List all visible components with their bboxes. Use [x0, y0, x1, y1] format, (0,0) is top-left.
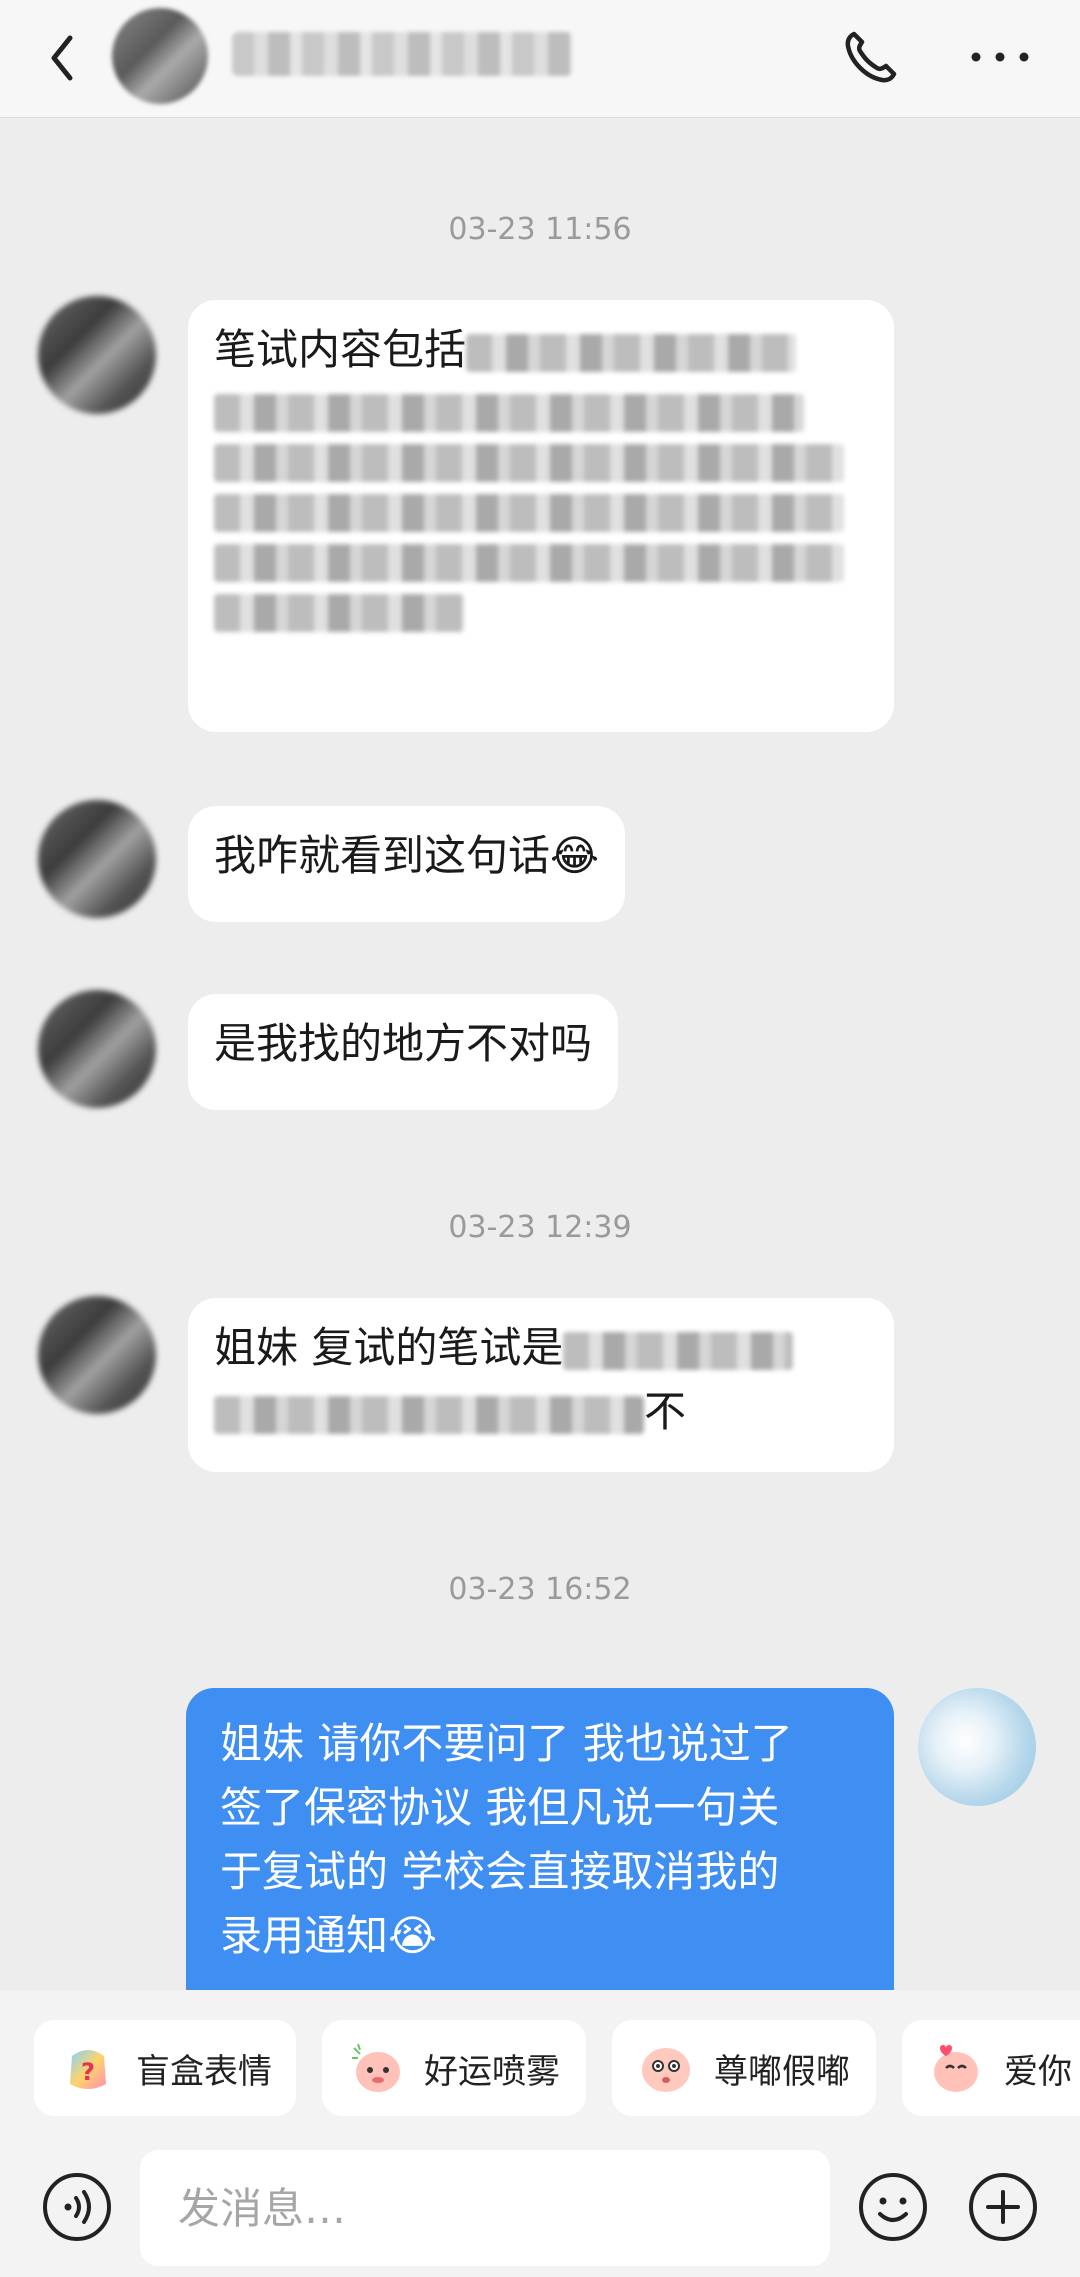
sticker-suggestion-bar: ? 盲盒表情 好运喷雾 尊嘟假嘟 爱你 [0, 1990, 1080, 2140]
lucky-spray-sticker-icon [352, 2043, 400, 2092]
message-bubble[interactable]: 是我找的地方不对吗 [188, 994, 619, 1110]
sender-avatar[interactable] [38, 296, 156, 414]
sender-avatar[interactable] [38, 800, 156, 918]
sticker-label: 爱你 [1004, 2051, 1072, 2092]
blind-box-sticker-icon: ? [70, 2050, 106, 2089]
message-text: 姐妹 复试的笔试是 [214, 1323, 564, 1372]
sticker-chip[interactable]: ? 盲盒表情 [34, 2020, 296, 2116]
back-button[interactable] [40, 20, 100, 98]
contact-name [232, 32, 572, 76]
sticker-chip[interactable]: 尊嘟假嘟 [612, 2020, 876, 2116]
sticker-label: 尊嘟假嘟 [714, 2051, 850, 2092]
sticker-label: 盲盒表情 [136, 2051, 272, 2092]
sender-avatar[interactable] [38, 990, 156, 1108]
redacted-text [214, 594, 464, 632]
plus-button[interactable] [966, 2170, 1040, 2244]
chat-header [0, 0, 1080, 118]
message-input-bar [0, 2140, 1080, 2277]
more-button[interactable] [960, 22, 1040, 92]
call-button[interactable] [836, 22, 906, 92]
sticker-chip[interactable]: 好运喷雾 [322, 2020, 586, 2116]
message-text: 我咋就看到这句话😂 [214, 831, 600, 880]
redacted-text [214, 1395, 644, 1434]
love-you-sticker-icon [934, 2045, 978, 2092]
redacted-text [563, 1331, 794, 1370]
voice-icon [43, 2173, 111, 2241]
message-input[interactable] [140, 2150, 830, 2266]
plus-icon [969, 2173, 1037, 2241]
sticker-label: 好运喷雾 [424, 2051, 560, 2092]
message-text: 不 [644, 1387, 687, 1436]
redacted-text [214, 544, 844, 582]
my-avatar[interactable] [918, 1688, 1036, 1806]
timestamp: 03-23 16:52 [448, 1572, 632, 1607]
message-bubble-outgoing[interactable]: 姐妹 请你不要问了 我也说过了 签了保密协议 我但凡说一句关 于复试的 学校会直… [186, 1688, 894, 1990]
voice-button[interactable] [40, 2170, 114, 2244]
redacted-text [214, 444, 844, 482]
phone-icon [845, 31, 897, 83]
redacted-text [214, 394, 804, 432]
message-line: 于复试的 学校会直接取消我的 [220, 1847, 780, 1896]
message-line: 姐妹 请你不要问了 我也说过了 [220, 1719, 793, 1768]
emoji-icon [859, 2173, 927, 2241]
message-line: 录用通知😭 [220, 1911, 438, 1960]
timestamp: 03-23 11:56 [448, 212, 632, 247]
message-bubble[interactable]: 笔试内容包括 [188, 300, 894, 732]
redacted-text [466, 333, 797, 372]
message-line: 签了保密协议 我但凡说一句关 [220, 1783, 780, 1832]
chevron-left-icon [51, 35, 73, 81]
timestamp: 03-23 12:39 [448, 1210, 632, 1245]
sender-avatar[interactable] [38, 1296, 156, 1414]
sticker-chip[interactable]: 爱你 [902, 2020, 1080, 2116]
really-sticker-icon [642, 2048, 690, 2092]
redacted-text [214, 494, 844, 532]
svg-text:?: ? [81, 2058, 95, 2086]
message-bubble[interactable]: 我咋就看到这句话😂 [188, 806, 626, 922]
message-text: 笔试内容包括 [214, 325, 467, 374]
contact-avatar[interactable] [112, 8, 208, 104]
more-dots-icon [971, 52, 1029, 62]
emoji-button[interactable] [856, 2170, 930, 2244]
message-bubble[interactable]: 姐妹 复试的笔试是 不 [188, 1298, 894, 1472]
message-text: 是我找的地方不对吗 [214, 1019, 593, 1068]
